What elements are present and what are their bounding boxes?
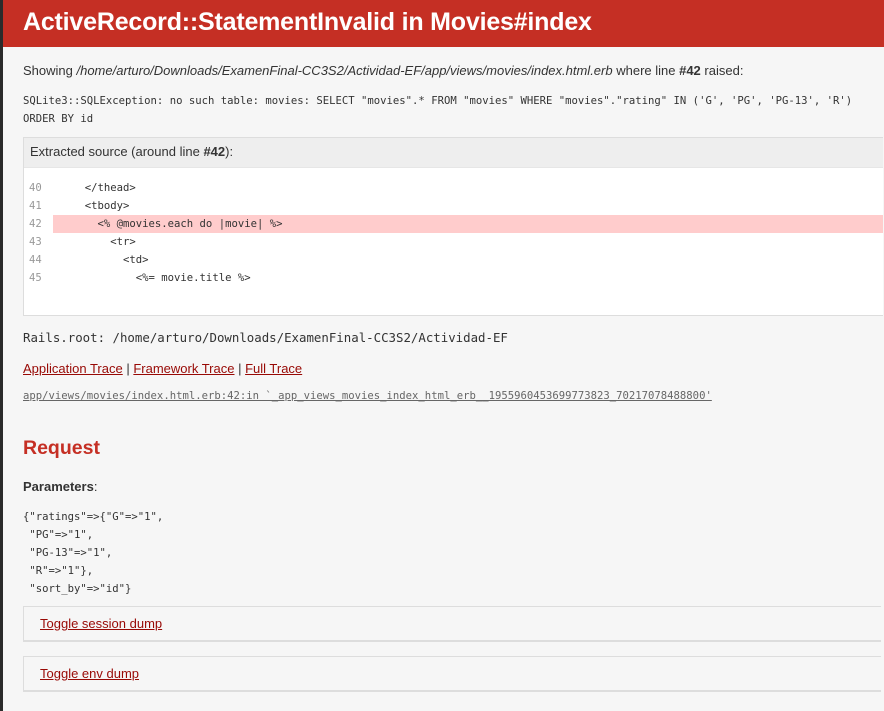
source-header-line: #42 xyxy=(203,144,226,159)
session-dump-box: Toggle session dump xyxy=(23,606,881,642)
trace-links: Application Trace | Framework Trace | Fu… xyxy=(23,361,884,377)
exception-message: SQLite3::SQLException: no such table: mo… xyxy=(23,95,865,125)
trace-separator: | xyxy=(122,361,134,376)
code-line-highlighted: 42 <% @movies.each do |movie| %> xyxy=(24,215,883,233)
application-trace-link[interactable]: Application Trace xyxy=(23,361,123,376)
template-path: /home/arturo/Downloads/ExamenFinal-CC3S2… xyxy=(76,63,613,78)
framework-trace-link[interactable]: Framework Trace xyxy=(133,361,234,376)
parameters-colon: : xyxy=(93,479,98,494)
line-code: <% @movies.each do |movie| %> xyxy=(53,215,883,233)
toggle-env-dump-link[interactable]: Toggle env dump xyxy=(40,666,139,681)
showing-message: Showing /home/arturo/Downloads/ExamenFin… xyxy=(23,63,884,79)
source-header-suffix: ): xyxy=(225,144,234,159)
showing-middle: where line xyxy=(612,63,680,78)
code-line: 43 <tr> xyxy=(24,233,883,251)
error-page: ActiveRecord::StatementInvalid in Movies… xyxy=(3,0,884,711)
line-code: <tbody> xyxy=(72,200,130,212)
parameters-label-text: Parameters xyxy=(23,479,94,494)
page-title: ActiveRecord::StatementInvalid in Movies… xyxy=(23,8,592,36)
request-heading: Request xyxy=(23,437,100,459)
line-code: <td> xyxy=(72,254,149,266)
source-header: Extracted source (around line #42): xyxy=(24,138,883,168)
extracted-source-panel: Extracted source (around line #42): 40 <… xyxy=(23,137,883,316)
code-line: 44 <td> xyxy=(24,251,883,269)
line-number: 43 xyxy=(29,236,42,248)
code-line: 41 <tbody> xyxy=(24,197,883,215)
full-trace-link[interactable]: Full Trace xyxy=(245,361,302,376)
error-header: ActiveRecord::StatementInvalid in Movies… xyxy=(3,0,884,47)
source-header-prefix: Extracted source (around line xyxy=(30,144,204,159)
line-number: 40 xyxy=(29,182,42,194)
showing-prefix: Showing xyxy=(23,63,77,78)
line-code: <%= movie.title %> xyxy=(72,272,251,284)
line-code: <tr> xyxy=(72,236,136,248)
line-number: 42 xyxy=(29,218,42,230)
source-code: 40 </thead> 41 <tbody> 42 <% @movies.eac… xyxy=(24,179,883,287)
trace-separator: | xyxy=(234,361,246,376)
main-content: Showing /home/arturo/Downloads/ExamenFin… xyxy=(3,63,884,692)
trace-entry-link[interactable]: app/views/movies/index.html.erb:42:in `_… xyxy=(23,389,884,403)
code-line: 40 </thead> xyxy=(24,179,883,197)
line-number: 44 xyxy=(29,254,42,266)
line-number: 41 xyxy=(29,200,42,212)
toggle-session-dump-link[interactable]: Toggle session dump xyxy=(40,616,162,631)
parameters-label: Parameters: xyxy=(23,479,884,495)
line-code: </thead> xyxy=(72,182,136,194)
line-number: 45 xyxy=(29,272,42,284)
parameters-dump: {"ratings"=>{"G"=>"1", "PG"=>"1", "PG-13… xyxy=(23,511,164,595)
error-line-number: #42 xyxy=(679,63,701,78)
code-line: 45 <%= movie.title %> xyxy=(24,269,883,287)
rails-root: Rails.root: /home/arturo/Downloads/Exame… xyxy=(23,330,508,345)
showing-suffix: raised: xyxy=(700,63,744,78)
env-dump-box: Toggle env dump xyxy=(23,656,881,692)
